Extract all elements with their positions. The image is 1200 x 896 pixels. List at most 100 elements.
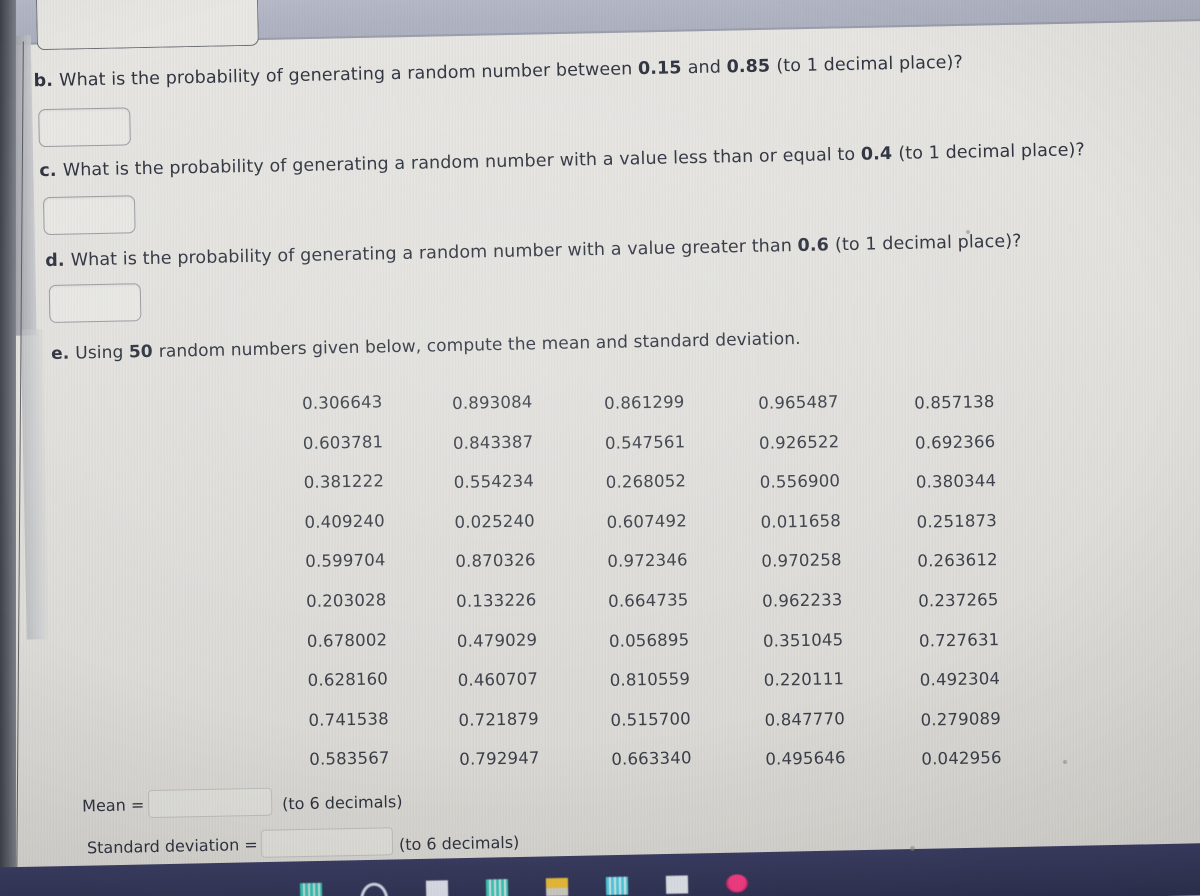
question-b-value2: 0.85 [726,56,777,78]
random-number-cell: 0.220111 [763,669,845,690]
question-c-value1: 0.4 [860,143,899,165]
random-number-cell: 0.479029 [456,629,538,651]
question-c-text-after: (to 1 decimal place)? [898,140,1086,164]
random-number-cell: 0.857138 [914,392,995,413]
random-number-cell: 0.972346 [607,550,688,572]
random-number-cell: 0.203028 [305,590,387,611]
screen-speck [1063,760,1067,764]
question-b-value1: 0.15 [637,58,688,80]
random-number-cell: 0.893084 [451,392,533,413]
random-number-cell: 0.011658 [760,510,842,532]
folder-yellow-icon[interactable] [545,877,569,896]
monitor-bezel-left [0,0,16,896]
question-d-label: d. [45,250,72,272]
random-number-cell: 0.843387 [452,431,534,453]
random-number-cell: 0.583567 [309,748,390,770]
question-c-text: c. What is the probability of generating… [39,140,1085,183]
question-e-count: 50 [128,341,159,363]
assignment-content: b. What is the probability of generating… [0,0,1200,896]
equalizer-bars-icon[interactable] [299,882,323,896]
question-b-text-before: What is the probability of generating a … [58,59,639,91]
random-number-cell: 0.263612 [917,550,998,572]
question-b-text-after: (to 1 decimal place)? [776,52,964,77]
random-number-cell: 0.721879 [458,709,540,730]
random-number-cell: 0.554234 [453,471,535,493]
random-number-cell: 0.381222 [303,471,385,493]
random-number-cell: 0.251873 [916,510,998,532]
question-c-text-before: What is the probability of generating a … [62,144,862,181]
random-number-cell: 0.965487 [758,392,839,413]
random-numbers-table: 0.306643 0.893084 0.861299 0.965487 0.857138… [302,379,1070,790]
random-number-cell: 0.861299 [604,392,685,413]
answer-input-d[interactable] [48,283,142,324]
random-number-cell: 0.664735 [607,590,689,611]
question-b-label: b. [33,70,60,92]
random-number-cell: 0.492304 [919,669,1001,690]
random-number-cell: 0.268052 [605,471,687,493]
question-b-text: b. What is the probability of generating… [33,53,963,94]
question-d-text: d. What is the probability of generating… [45,231,1022,272]
question-c-label: c. [39,160,64,182]
screen-speck [910,846,915,851]
window-square-icon[interactable] [425,880,449,896]
random-number-cell: 0.792947 [459,748,540,770]
question-e-label: e. [50,343,76,364]
question-d-text-after: (to 1 decimal place)? [834,231,1022,256]
equalizer-bars-2-icon[interactable] [485,879,509,896]
random-number-cell: 0.970258 [761,550,842,572]
random-number-cell: 0.056895 [608,629,690,651]
question-d-value1: 0.6 [797,235,836,256]
question-b-joiner: and [687,57,727,79]
random-number-cell: 0.025240 [454,511,536,532]
random-number-cell: 0.380344 [915,471,997,492]
random-number-cell: 0.042956 [921,748,1002,769]
random-number-cell: 0.678002 [306,629,388,651]
random-number-cell: 0.727631 [918,629,1000,651]
question-e-text-before: Using [75,342,130,364]
random-number-cell: 0.351045 [762,629,844,651]
mean-hint: (to 6 decimals) [281,792,403,814]
monitor-photo: b. What is the probability of generating… [0,0,1200,896]
question-e-text: e. Using 50 random numbers given below, … [51,329,801,365]
left-panel-shadow-lower [20,329,49,640]
standard-deviation-input[interactable] [260,827,394,858]
standard-deviation-row: Standard deviation = [87,835,258,857]
random-number-cell: 0.810559 [609,669,691,690]
question-e-text-after: random numbers given below, compute the … [158,328,801,362]
random-number-cell: 0.870326 [455,550,536,572]
random-number-cell: 0.628160 [307,669,389,691]
random-number-cell: 0.603781 [302,431,384,453]
record-pink-icon[interactable] [725,874,749,893]
answer-input-c[interactable] [42,195,136,236]
chart-cyan-icon[interactable] [605,876,629,896]
random-number-cell: 0.547561 [604,431,686,453]
random-number-cell: 0.607492 [606,511,688,532]
arc-icon[interactable] [359,882,389,896]
random-number-cell: 0.962233 [762,590,843,611]
mean-label: Mean = [81,795,145,816]
standard-deviation-label: Standard deviation = [86,834,258,858]
random-number-cell: 0.409240 [304,511,386,532]
document-white-icon[interactable] [665,875,689,894]
mean-row: Mean = [82,795,144,815]
random-number-cell: 0.237265 [918,589,999,611]
mean-input[interactable] [147,787,273,819]
random-number-cell: 0.279089 [920,708,1002,730]
random-number-cell: 0.741538 [308,709,390,730]
random-number-cell: 0.306643 [301,392,383,413]
random-number-cell: 0.847770 [764,708,846,730]
random-number-cell: 0.599704 [305,550,386,572]
random-number-cell: 0.556900 [759,471,841,492]
random-number-cell: 0.663340 [611,748,692,770]
random-number-cell: 0.133226 [455,590,537,611]
answer-input-b[interactable] [38,107,131,148]
random-number-cell: 0.460707 [457,669,539,691]
question-d-text-before: What is the probability of generating a … [70,235,798,271]
answer-input-a-partial[interactable] [35,0,259,51]
random-number-cell: 0.692366 [914,431,996,453]
random-number-cell: 0.926522 [758,431,840,453]
random-number-cell: 0.495646 [765,748,846,770]
random-number-cell: 0.515700 [610,708,692,730]
standard-deviation-hint: (to 6 decimals) [398,832,520,855]
screen-speck [966,230,970,234]
